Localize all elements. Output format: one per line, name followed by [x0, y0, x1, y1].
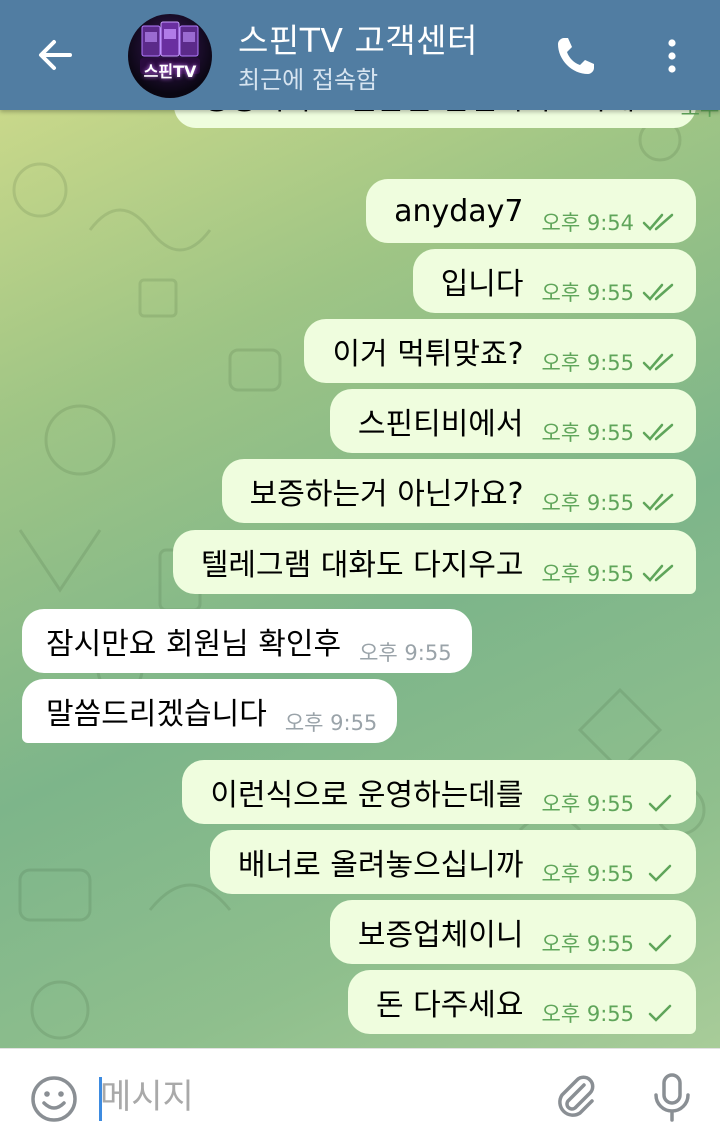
message-text: 보증업체이니: [357, 918, 524, 953]
message-time: 오후 9:55: [284, 711, 378, 735]
double-check-icon: [642, 353, 674, 371]
message-meta: 오후 9:55: [285, 707, 377, 737]
message-bubble-out[interactable]: 배너로 올려놓으십니까 오후 9:55: [209, 830, 696, 894]
message-meta: 오후 9:55: [542, 277, 676, 307]
single-check-icon: [648, 794, 672, 812]
message-text: 말씀드리겠습니다: [46, 697, 267, 732]
message-time: 오후 9:55: [541, 1002, 634, 1026]
message-meta: 오후 9:55: [542, 858, 676, 888]
message-text: 입니다: [440, 267, 524, 302]
message-text: 잉잉이라고 원금만 환전하라고하네요: [202, 110, 663, 118]
single-check-icon: [648, 864, 672, 882]
message-time: 오후 9:55: [541, 932, 634, 956]
message-meta: 오후 9:54: [681, 110, 720, 122]
message-time: 오후 9:55: [359, 641, 452, 665]
avatar-logo-text: 스핀TV: [143, 62, 197, 81]
paperclip-icon[interactable]: [550, 1071, 602, 1123]
message-bubble-out[interactable]: 이런식으로 운영하는데를 오후 9:55: [182, 760, 696, 824]
microphone-icon[interactable]: [648, 1071, 696, 1123]
message-bubble-out[interactable]: 입니다 오후 9:55: [412, 249, 696, 313]
message-text: anyday7: [394, 193, 524, 229]
double-check-icon: [642, 493, 674, 511]
message-text: 스핀티비에서: [357, 407, 524, 442]
message-text: 텔레그램 대화도 다지우고: [200, 548, 524, 583]
phone-icon[interactable]: [552, 32, 600, 80]
message-text: 배너로 올려놓으십니까: [237, 848, 524, 883]
double-check-icon: [642, 423, 674, 441]
message-bubble-out[interactable]: 텔레그램 대화도 다지우고 오후 9:55: [172, 530, 696, 594]
message-meta: 오후 9:55: [359, 637, 451, 667]
message-time: 오후 9:55: [541, 491, 634, 515]
message-meta: 오후 9:55: [542, 487, 676, 517]
message-meta: 오후 9:55: [542, 788, 676, 818]
message-time: 오후 9:55: [541, 281, 634, 305]
message-time: 오후 9:55: [541, 792, 634, 816]
message-bubble-out[interactable]: 보증업체이니 오후 9:55: [329, 900, 696, 964]
message-text: 잠시만요 회원님 확인후: [46, 627, 342, 662]
message-time: 오후 9:54: [541, 211, 634, 235]
message-time: 오후 9:55: [541, 421, 634, 445]
message-bubble-out[interactable]: 돈 다주세요 오후 9:55: [347, 970, 696, 1034]
double-check-icon: [642, 213, 674, 231]
message-text: 이거 먹튀맞죠?: [332, 337, 524, 372]
double-check-icon: [642, 283, 674, 301]
avatar[interactable]: 스핀TV: [128, 14, 212, 98]
smiley-icon[interactable]: [28, 1073, 80, 1125]
message-bubble-out[interactable]: anyday7 오후 9:54: [366, 179, 696, 243]
chat-history[interactable]: 잉잉이라고 원금만 환전하라고하네요 오후 9:54 anyday7 오후 9:…: [0, 110, 720, 1048]
message-meta: 오후 9:55: [542, 998, 676, 1028]
message-bubble-in[interactable]: 말씀드리겠습니다 오후 9:55: [22, 679, 398, 743]
message-compose-bar: [0, 1048, 720, 1142]
message-input[interactable]: [100, 1071, 520, 1123]
chat-status: 최근에 접속함: [238, 66, 379, 94]
message-bubble-out[interactable]: 이거 먹튀맞죠? 오후 9:55: [304, 319, 696, 383]
back-arrow-icon[interactable]: [30, 30, 80, 80]
message-meta: 오후 9:54: [542, 207, 676, 237]
message-bubble-out[interactable]: 보증하는거 아닌가요? 오후 9:55: [221, 459, 696, 523]
message-bubble-out[interactable]: 스핀티비에서 오후 9:55: [329, 389, 696, 453]
single-check-icon: [648, 934, 672, 952]
chat-title[interactable]: 스핀TV 고객센터: [238, 14, 478, 62]
message-meta: 오후 9:55: [542, 928, 676, 958]
message-time: 오후 9:54: [681, 110, 720, 122]
double-check-icon: [642, 564, 674, 582]
message-time: 오후 9:55: [541, 862, 634, 886]
message-bubble-out[interactable]: 잉잉이라고 원금만 환전하라고하네요 오후 9:54: [174, 110, 720, 128]
message-meta: 오후 9:55: [542, 347, 676, 377]
message-meta: 오후 9:55: [542, 417, 676, 447]
single-check-icon: [648, 1004, 672, 1022]
message-bubble-in[interactable]: 잠시만요 회원님 확인후 오후 9:55: [22, 609, 472, 673]
message-text: 이런식으로 운영하는데를: [210, 778, 524, 813]
more-vertical-icon[interactable]: [656, 32, 688, 80]
message-text: 보증하는거 아닌가요?: [249, 477, 524, 512]
message-meta: 오후 9:55: [542, 558, 676, 588]
chat-header: 스핀TV 스핀TV 고객센터 최근에 접속함: [0, 0, 720, 110]
message-time: 오후 9:55: [541, 562, 634, 586]
message-time: 오후 9:55: [541, 351, 634, 375]
message-text: 돈 다주세요: [375, 988, 524, 1023]
